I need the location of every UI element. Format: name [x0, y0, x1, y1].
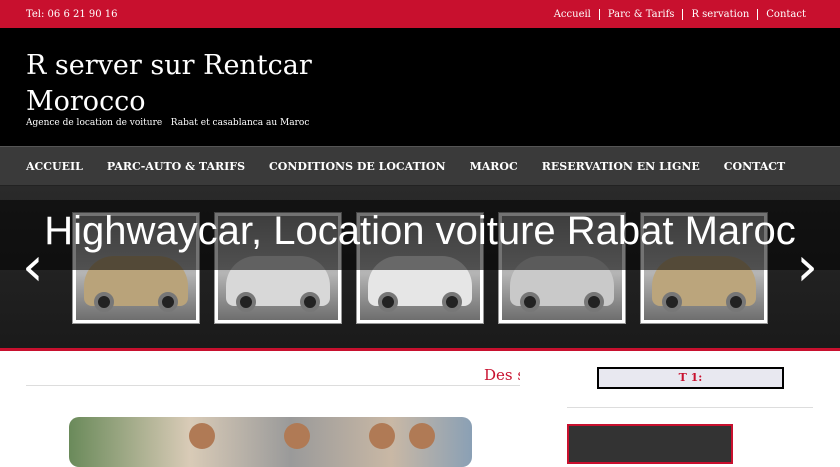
phone-number: Tel: 06 6 21 90 16 — [26, 9, 118, 20]
nav-item-conditions[interactable]: CONDITIONS DE LOCATION — [257, 147, 458, 185]
chevron-left-icon[interactable]: ‹ — [22, 240, 44, 294]
top-link-parc-tarifs[interactable]: Parc & Tarifs — [598, 9, 683, 20]
person-figure — [189, 423, 215, 449]
site-title[interactable]: R server sur Rentcar Morocco — [26, 48, 326, 120]
nav-item-parc-auto-tarifs[interactable]: PARC-AUTO & TARIFS — [95, 147, 257, 185]
person-figure — [409, 423, 435, 449]
top-nav: Accueil Parc & Tarifs R servation Contac… — [546, 9, 814, 20]
sidebar-title: T 1: — [597, 367, 784, 389]
nav-item-maroc[interactable]: MAROC — [458, 147, 530, 185]
top-link-reservation[interactable]: R servation — [682, 9, 757, 20]
heading-rule — [26, 385, 520, 386]
main-nav: ACCUEIL PARC-AUTO & TARIFS CONDITIONS DE… — [0, 146, 840, 186]
nav-item-reservation[interactable]: RESERVATION EN LIGNE — [530, 147, 712, 185]
site-tagline: Agence de location de voiture Rabat et c… — [26, 118, 310, 128]
sidebar-rule — [567, 407, 813, 408]
site-header: R server sur Rentcar Morocco Agence de l… — [0, 28, 840, 146]
nav-item-contact[interactable]: CONTACT — [712, 147, 797, 185]
nav-item-accueil[interactable]: ACCUEIL — [14, 147, 95, 185]
person-figure — [284, 423, 310, 449]
main-content: Des se T 1: — [0, 351, 840, 467]
chevron-right-icon[interactable]: › — [796, 240, 818, 294]
top-link-contact[interactable]: Contact — [757, 9, 814, 20]
top-link-accueil[interactable]: Accueil — [546, 9, 599, 20]
sidebar-widget — [567, 424, 733, 464]
person-figure — [369, 423, 395, 449]
banner-title: Highwaycar, Location voiture Rabat Maroc — [0, 200, 840, 270]
top-bar: Tel: 06 6 21 90 16 Accueil Parc & Tarifs… — [0, 0, 840, 28]
section-heading: Des se — [484, 366, 520, 384]
